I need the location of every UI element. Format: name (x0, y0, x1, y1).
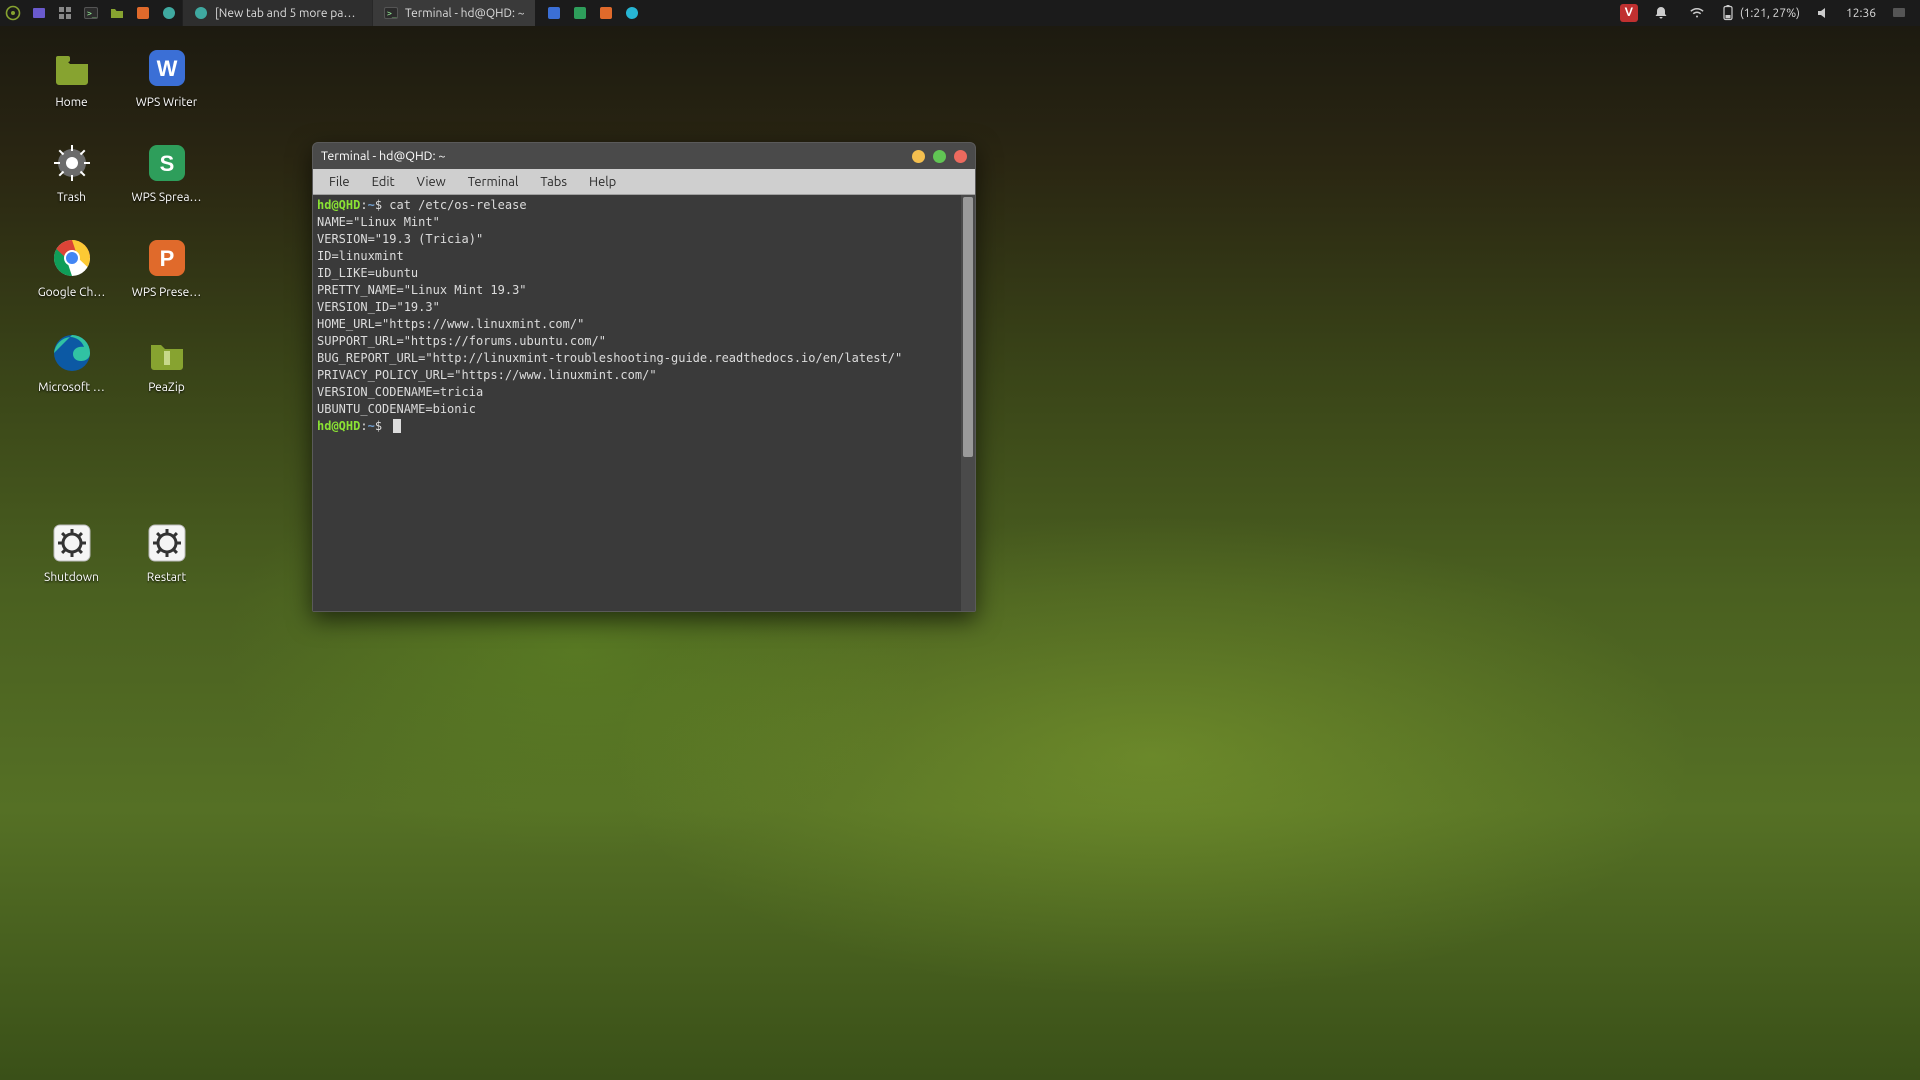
svg-text:W: W (156, 56, 177, 81)
wps-spread-icon: S (145, 141, 189, 185)
minimize-button[interactable] (912, 150, 925, 163)
scrollbar[interactable] (961, 195, 975, 611)
updater-icon[interactable] (130, 0, 156, 26)
desktop[interactable]: Home W WPS Writer Trash S WPS Sprea… Google Ch… (0, 40, 214, 610)
svg-text:>_: >_ (87, 9, 97, 18)
show-desktop-icon[interactable] (26, 0, 52, 26)
battery-icon[interactable]: (1:21, 27%) (1720, 0, 1800, 26)
svg-text:S: S (159, 151, 174, 176)
desktop-icon-label: Restart (147, 571, 186, 584)
clock[interactable]: 12:36 (1846, 7, 1876, 20)
wps-present-icon: P (145, 236, 189, 280)
terminal-body[interactable]: hd@QHD:~$ cat /etc/os-release NAME="Linu… (313, 195, 975, 611)
window-controls (912, 150, 967, 163)
workspace-switcher-icon[interactable] (52, 0, 78, 26)
terminal-launcher-icon[interactable]: >_ (78, 0, 104, 26)
top-panel: >_ [New tab and 5 more page… >_ Terminal… (0, 0, 1920, 26)
desktop-icon-label: Shutdown (44, 571, 99, 584)
menu-edit[interactable]: Edit (362, 173, 405, 191)
browser-launcher-icon[interactable] (156, 0, 182, 26)
desktop-icon-restart[interactable]: Restart (119, 515, 214, 610)
titlebar[interactable]: Terminal - hd@QHD: ~ (313, 143, 975, 169)
desktop-icon-wps-present[interactable]: P WPS Prese… (119, 230, 214, 325)
shutdown-icon (50, 521, 94, 565)
google-chrome-icon (50, 236, 94, 280)
desktop-icon-label: Google Ch… (38, 286, 106, 299)
microsoft-edge-icon (50, 331, 94, 375)
volume-icon[interactable] (1810, 0, 1836, 26)
menu-terminal[interactable]: Terminal (458, 173, 529, 191)
window-title: Terminal - hd@QHD: ~ (321, 149, 912, 163)
panel-left: >_ [New tab and 5 more page… >_ Terminal… (0, 0, 645, 26)
files-launcher-icon[interactable] (104, 0, 130, 26)
desktop-icon-label: WPS Prese… (132, 286, 201, 299)
svg-text:>_: >_ (387, 9, 397, 18)
restart-icon (145, 521, 189, 565)
desktop-icon-label: PeaZip (148, 381, 185, 394)
desktop-icon-microsoft-edge[interactable]: Microsoft … (24, 325, 119, 420)
menu-help[interactable]: Help (579, 173, 626, 191)
svg-text:P: P (159, 246, 174, 271)
notifications-icon[interactable] (1648, 0, 1674, 26)
taskbar-label: Terminal - hd@QHD: ~ (405, 7, 525, 20)
menu-tabs[interactable]: Tabs (530, 173, 577, 191)
pinned-app-3-icon[interactable] (593, 0, 619, 26)
pinned-app-2-icon[interactable] (567, 0, 593, 26)
trash-icon (50, 141, 94, 185)
desktop-icon-label: Home (55, 96, 87, 109)
desktop-icon-wps-spread[interactable]: S WPS Sprea… (119, 135, 214, 230)
terminal-window[interactable]: Terminal - hd@QHD: ~ FileEditViewTermina… (312, 142, 976, 612)
session-icon[interactable] (1886, 0, 1912, 26)
wifi-icon[interactable] (1684, 0, 1710, 26)
scrollbar-thumb[interactable] (963, 197, 973, 457)
menu-view[interactable]: View (407, 173, 456, 191)
terminal-icon: >_ (383, 5, 399, 21)
taskbar-item-terminal[interactable]: >_ Terminal - hd@QHD: ~ (372, 0, 535, 26)
menu-file[interactable]: File (319, 173, 360, 191)
desktop-icon-label: Trash (57, 191, 86, 204)
vivaldi-tray-icon[interactable]: V (1620, 4, 1638, 22)
desktop-icon-label: WPS Writer (136, 96, 198, 109)
panel-right: V (1:21, 27%) 12:36 (1620, 0, 1920, 26)
battery-text: (1:21, 27%) (1740, 7, 1800, 20)
desktop-icon-label: WPS Sprea… (132, 191, 202, 204)
wps-writer-icon: W (145, 46, 189, 90)
taskbar-label: [New tab and 5 more page… (215, 7, 362, 20)
desktop-icon-home[interactable]: Home (24, 40, 119, 135)
desktop-icon-google-chrome[interactable]: Google Ch… (24, 230, 119, 325)
terminal-output: hd@QHD:~$ cat /etc/os-release NAME="Linu… (317, 197, 957, 435)
peazip-icon (145, 331, 189, 375)
desktop-icon-trash[interactable]: Trash (24, 135, 119, 230)
desktop-icon-label: Microsoft … (38, 381, 105, 394)
close-button[interactable] (954, 150, 967, 163)
maximize-button[interactable] (933, 150, 946, 163)
taskbar-item-browser[interactable]: [New tab and 5 more page… (182, 0, 372, 26)
home-icon (50, 46, 94, 90)
pinned-app-4-icon[interactable] (619, 0, 645, 26)
desktop-icon-peazip[interactable]: PeaZip (119, 325, 214, 420)
menu-icon[interactable] (0, 0, 26, 26)
browser-icon (193, 5, 209, 21)
pinned-app-1-icon[interactable] (541, 0, 567, 26)
desktop-icon-shutdown[interactable]: Shutdown (24, 515, 119, 610)
menubar: FileEditViewTerminalTabsHelp (313, 169, 975, 195)
desktop-icon-wps-writer[interactable]: W WPS Writer (119, 40, 214, 135)
